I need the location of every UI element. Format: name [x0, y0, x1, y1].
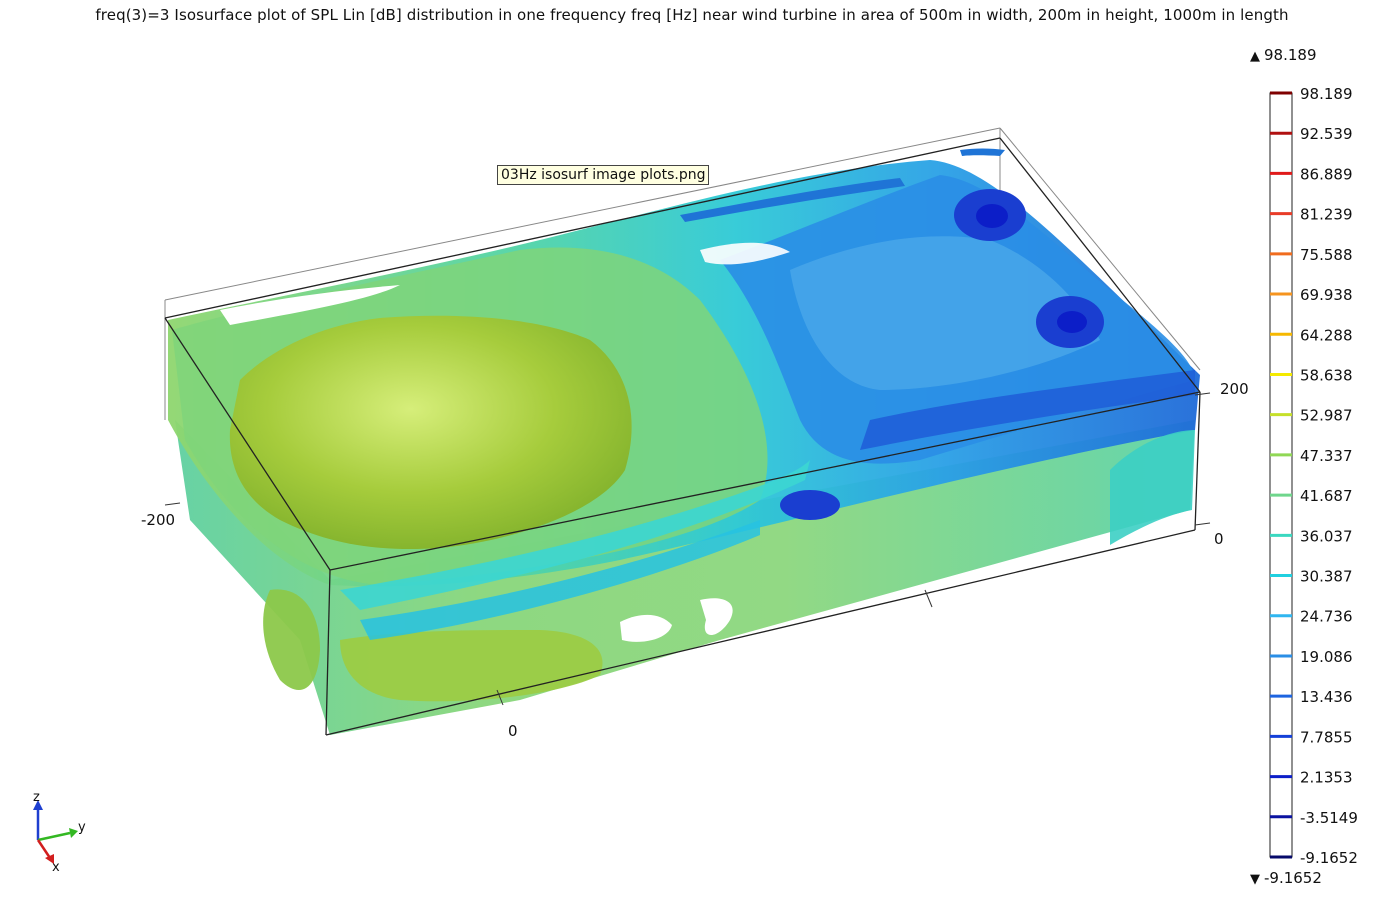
colorbar-level-label: 13.436: [1300, 688, 1353, 706]
colorbar-level-label: 69.938: [1300, 286, 1353, 304]
colorbar-level-label: 52.987: [1300, 407, 1353, 425]
legend-min-label: ▼ -9.1652: [1250, 869, 1322, 887]
isosurface-volume: [168, 148, 1200, 735]
colorbar-level-label: 19.086: [1300, 648, 1353, 666]
isosurface-top-streak-2: [960, 148, 1005, 156]
isosurface-low-pocket-3: [780, 490, 840, 520]
colorbar-frame: [1269, 92, 1293, 858]
colorbar-level-label: 2.1353: [1300, 769, 1353, 787]
z-tick-label-bottom: 0: [1214, 530, 1224, 548]
colorbar-level-label: 92.539: [1300, 125, 1353, 143]
triad-y-label: y: [78, 820, 86, 835]
colorbar-level-label: 30.387: [1300, 568, 1353, 586]
axis-triad: [33, 800, 78, 864]
colorbar-level-label: 47.337: [1300, 447, 1353, 465]
colorbar-level-label: 81.239: [1300, 206, 1353, 224]
colorbar-level-label: 7.7855: [1300, 728, 1353, 746]
triad-z-label: z: [33, 790, 40, 805]
color-legend: 98.189 92.539 86.889 81.239 75.588 69.938 64.2…: [1269, 85, 1358, 867]
triad-x-axis: [36, 839, 52, 859]
colorbar-level-label: -9.1652: [1300, 849, 1358, 867]
legend-max-label: ▲ 98.189: [1250, 46, 1317, 64]
colorbar-level-label: 36.037: [1300, 527, 1353, 545]
colorbar-level-label: 86.889: [1300, 165, 1353, 183]
z-tick-label-top: 200: [1220, 380, 1249, 398]
colorbar-level-label: 41.687: [1300, 487, 1353, 505]
colorbar-level-label: 24.736: [1300, 608, 1353, 626]
isosurface-low-pocket-2-core: [1057, 311, 1087, 333]
triad-x-label: x: [52, 860, 60, 875]
triangle-down-icon: ▼: [1250, 872, 1260, 887]
colorbar-level-label: 75.588: [1300, 246, 1353, 264]
triad-y-axis: [37, 831, 71, 842]
legend-max-value: 98.189: [1264, 46, 1317, 64]
colorbar-level-label: 64.288: [1300, 326, 1353, 344]
colorbar-level-label: 98.189: [1300, 85, 1353, 103]
isosurface-plot[interactable]: 98.189 92.539 86.889 81.239 75.588 69.938 64.2…: [0, 0, 1384, 919]
isosurface-lower-lobe: [340, 630, 603, 702]
colorbar-level-label: -3.5149: [1300, 809, 1358, 827]
image-tooltip: 03Hz isosurf image plots.png: [497, 165, 710, 185]
x-tick-label: 0: [508, 722, 518, 740]
y-tick-label: -200: [141, 511, 176, 529]
isosurface-low-pocket-1-core: [976, 204, 1008, 228]
colorbar-level-label: 58.638: [1300, 366, 1353, 384]
legend-min-value: -9.1652: [1264, 869, 1322, 887]
triangle-up-icon: ▲: [1250, 49, 1260, 64]
